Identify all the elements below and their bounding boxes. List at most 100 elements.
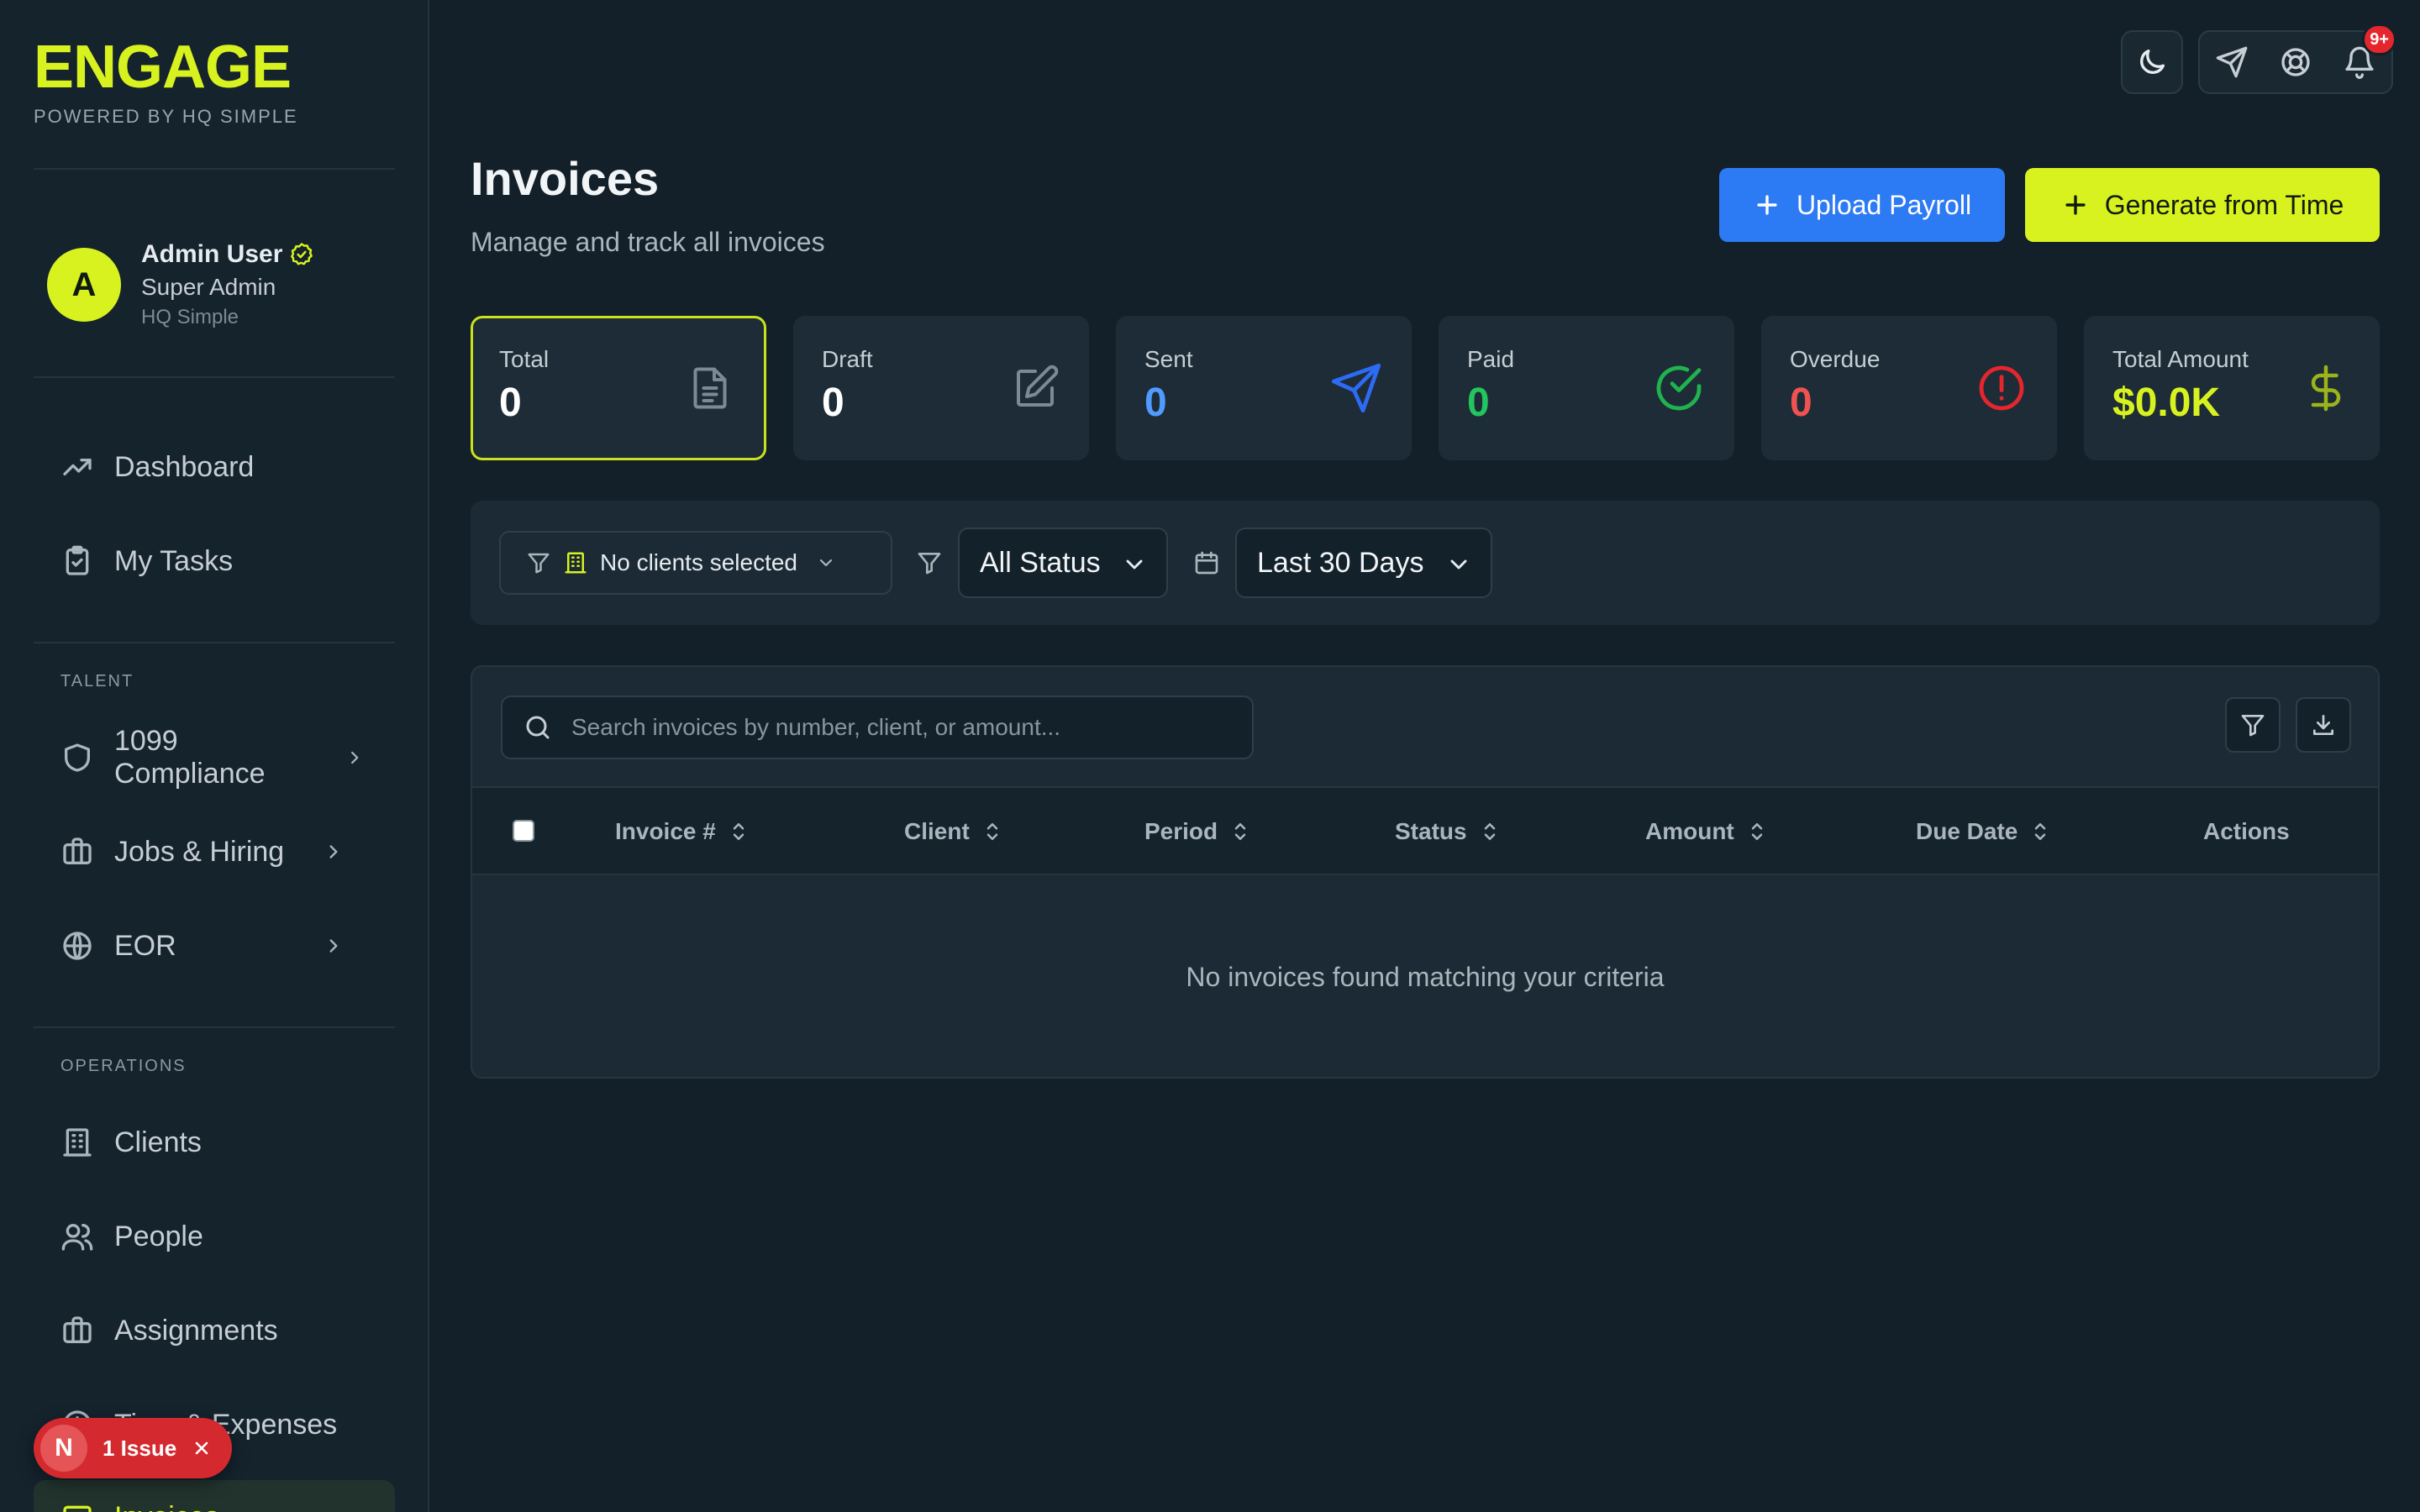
brand-logo[interactable]: ENGAGE POWERED BY HQ SIMPLE	[34, 34, 298, 128]
column-header-client[interactable]: Client	[904, 788, 1002, 875]
receipt-icon	[63, 1505, 92, 1512]
divider	[34, 168, 395, 170]
upload-payroll-button[interactable]: Upload Payroll	[1719, 168, 2005, 242]
column-header-period[interactable]: Period	[1144, 788, 1249, 875]
page-title: Invoices	[471, 152, 660, 205]
column-header-amount[interactable]: Amount	[1645, 788, 1766, 875]
issue-indicator[interactable]: N 1 Issue	[34, 1418, 232, 1478]
clipboard-check-icon	[66, 545, 89, 575]
column-label: Due Date	[1916, 818, 2018, 844]
status-select[interactable]: All Status	[958, 528, 1168, 598]
user-name: Admin User	[141, 240, 314, 269]
send-feedback-button[interactable]	[2200, 32, 2264, 92]
column-label: Client	[904, 818, 970, 844]
client-select-value: No clients selected	[600, 549, 798, 575]
user-role: Super Admin	[141, 274, 276, 300]
column-label: Actions	[2203, 818, 2290, 844]
filter-bar: No clients selected All Status Last 30 D…	[471, 501, 2380, 625]
brand-name: ENGAGE	[34, 34, 292, 101]
sort-icon	[733, 823, 744, 840]
chevron-right-icon	[329, 939, 338, 953]
column-header-invoice[interactable]: Invoice #	[615, 788, 748, 875]
user-name-text: Admin User	[141, 240, 283, 268]
trending-up-icon	[63, 459, 92, 475]
generate-from-time-button[interactable]: Generate from Time	[2025, 168, 2380, 242]
column-header-due-date[interactable]: Due Date	[1916, 788, 2049, 875]
chevron-down-icon	[1450, 559, 1467, 570]
section-label-operations: OPERATIONS	[60, 1057, 187, 1075]
alert-circle-icon	[1979, 365, 2024, 411]
calendar-icon	[1195, 551, 1218, 575]
sidebar-item-dashboard[interactable]: Dashboard	[34, 430, 395, 504]
status-select-value: All Status	[980, 546, 1101, 579]
close-icon[interactable]	[192, 1438, 212, 1458]
sidebar-item-label: Jobs & Hiring	[114, 835, 285, 868]
date-range-select[interactable]: Last 30 Days	[1235, 528, 1492, 598]
sort-icon	[2035, 823, 2046, 840]
sidebar-item-assignments[interactable]: Assignments	[34, 1294, 395, 1368]
search-input[interactable]	[571, 714, 1227, 741]
stat-card-paid[interactable]: Paid 0	[1439, 316, 1734, 460]
date-range-value: Last 30 Days	[1257, 546, 1424, 579]
sidebar-item-jobs-hiring[interactable]: Jobs & Hiring	[34, 815, 395, 889]
stat-card-total-amount[interactable]: Total Amount $0.0K	[2084, 316, 2380, 460]
top-bar: 9+	[2121, 24, 2396, 94]
sidebar-item-people[interactable]: People	[34, 1200, 395, 1273]
sidebar-item-label: Dashboard	[114, 450, 255, 483]
search-box[interactable]	[501, 696, 1254, 759]
sidebar-item-my-tasks[interactable]: My Tasks	[34, 524, 395, 598]
theme-toggle-button[interactable]	[2121, 30, 2183, 94]
stat-card-total[interactable]: Total 0	[471, 316, 766, 460]
sidebar-item-label: Clients	[114, 1126, 202, 1158]
filter-icon	[528, 553, 550, 574]
column-header-actions: Actions	[2203, 788, 2290, 875]
sidebar-item-label: Invoices	[114, 1501, 219, 1512]
stat-card-draft[interactable]: Draft 0	[793, 316, 1089, 460]
sidebar-item-label: 1099 Compliance	[114, 725, 266, 790]
stat-card-overdue[interactable]: Overdue 0	[1761, 316, 2057, 460]
search-icon	[526, 716, 550, 739]
column-label: Invoice #	[615, 818, 716, 844]
sidebar-item-eor[interactable]: EOR	[34, 909, 395, 983]
select-all-checkbox[interactable]	[513, 820, 534, 842]
column-label: Amount	[1645, 818, 1734, 844]
sort-icon	[986, 823, 998, 840]
notifications-button[interactable]: 9+	[2328, 24, 2396, 92]
export-button[interactable]	[2296, 697, 2351, 753]
users-icon	[61, 1224, 93, 1251]
column-header-status[interactable]: Status	[1395, 788, 1499, 875]
sidebar: ENGAGE POWERED BY HQ SIMPLE A Admin User…	[0, 0, 429, 1512]
chevron-right-icon	[329, 845, 338, 858]
divider	[34, 1026, 395, 1028]
generate-from-time-label: Generate from Time	[2104, 189, 2344, 220]
sort-icon	[1234, 823, 1246, 840]
briefcase-icon	[63, 1316, 92, 1343]
document-icon	[693, 367, 727, 409]
shield-icon	[65, 743, 91, 772]
toolbar-group: 9+	[2198, 24, 2396, 94]
send-icon	[1331, 363, 1381, 413]
sidebar-item-invoices[interactable]: Invoices	[34, 1480, 395, 1512]
download-icon	[2313, 715, 2333, 735]
chevron-right-icon	[350, 751, 358, 764]
divider	[34, 642, 395, 643]
filter-button[interactable]	[2225, 697, 2281, 753]
help-button[interactable]	[2264, 32, 2328, 92]
sidebar-item-clients[interactable]: Clients	[34, 1105, 395, 1179]
chevron-down-icon	[819, 559, 833, 567]
user-profile[interactable]: A Admin User Super Admin HQ Simple	[47, 240, 314, 329]
globe-icon	[63, 932, 92, 960]
sidebar-item-1099-compliance[interactable]: 1099 Compliance	[34, 721, 395, 795]
sidebar-item-label: EOR	[114, 929, 176, 962]
client-select[interactable]: No clients selected	[499, 531, 892, 595]
building-icon	[565, 552, 587, 574]
brand-tagline: POWERED BY HQ SIMPLE	[34, 106, 298, 127]
sort-icon	[1751, 823, 1763, 840]
page-subtitle: Manage and track all invoices	[471, 227, 825, 257]
user-org: HQ Simple	[141, 306, 239, 328]
plus-icon	[2065, 195, 2086, 215]
verified-icon	[291, 243, 313, 265]
upload-payroll-label: Upload Payroll	[1796, 189, 1972, 220]
sidebar-item-label: My Tasks	[114, 544, 234, 577]
stat-card-sent[interactable]: Sent 0	[1116, 316, 1412, 460]
